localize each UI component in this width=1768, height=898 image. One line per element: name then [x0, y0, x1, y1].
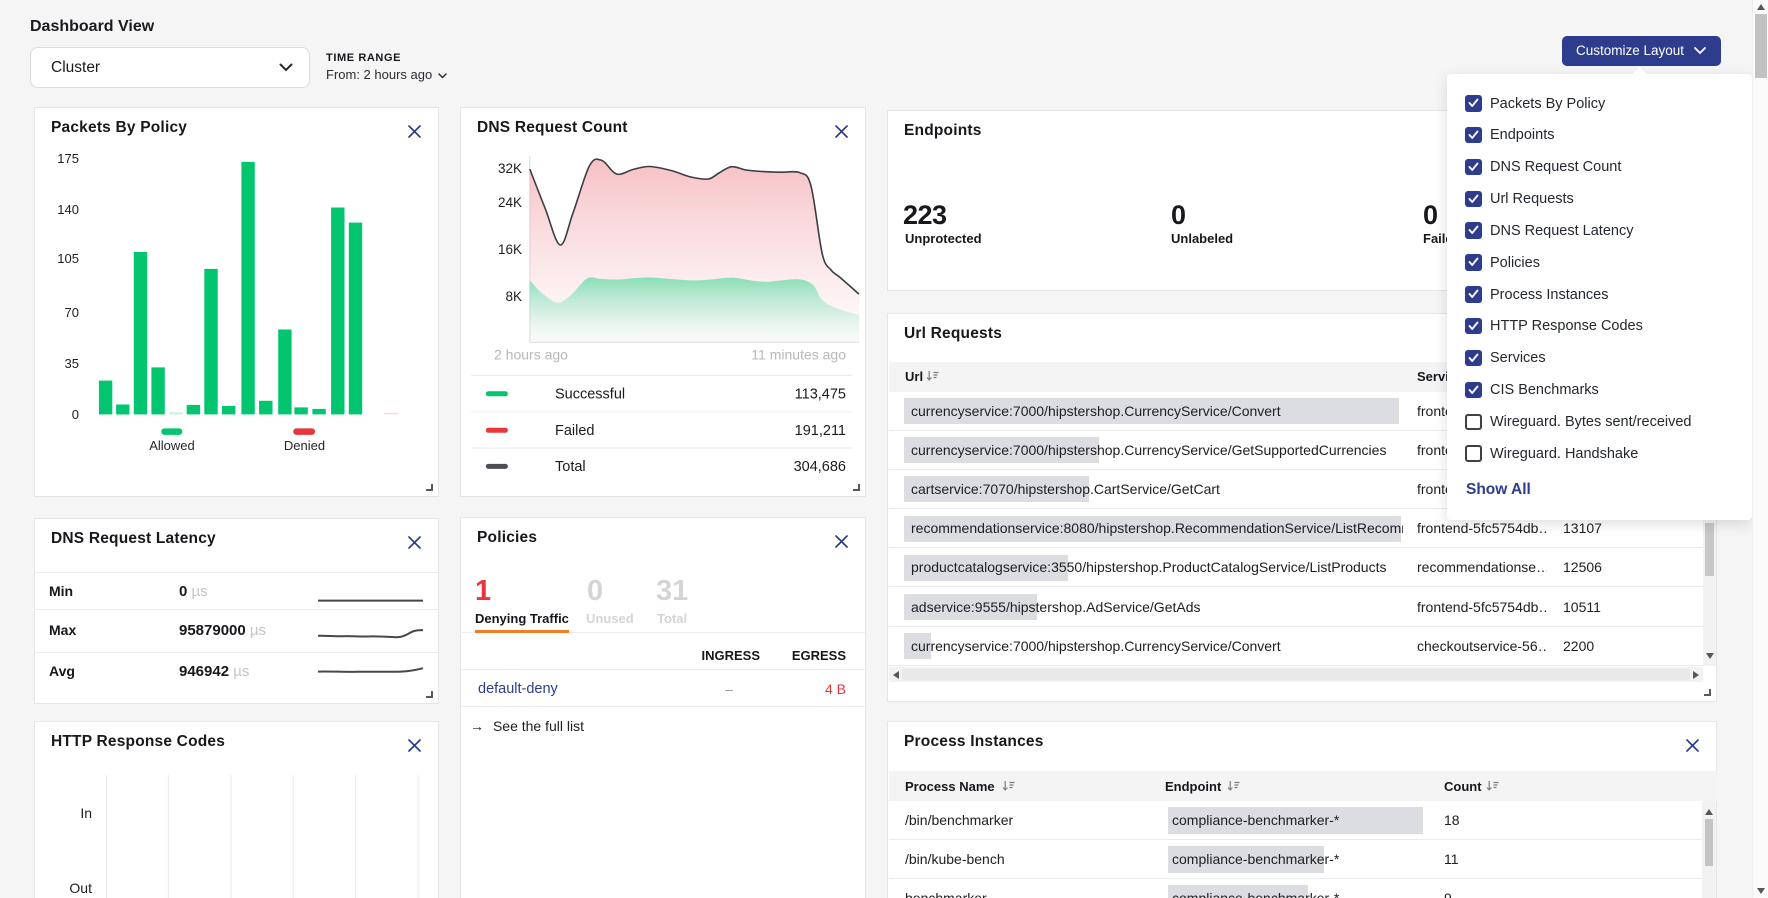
svg-text:0: 0	[72, 407, 79, 422]
svg-text:8K: 8K	[505, 289, 522, 304]
svg-text:Denied: Denied	[284, 438, 325, 453]
svg-text:Total: Total	[555, 459, 586, 475]
svg-text:2 hours ago: 2 hours ago	[494, 347, 568, 363]
svg-text:Allowed: Allowed	[149, 438, 195, 453]
svg-text:35: 35	[65, 356, 79, 371]
svg-text:24K: 24K	[498, 195, 522, 210]
svg-text:32K: 32K	[498, 161, 522, 176]
svg-text:113,475: 113,475	[795, 387, 846, 403]
svg-text:In: In	[80, 805, 92, 821]
svg-text:70: 70	[65, 305, 79, 320]
svg-text:Successful: Successful	[555, 387, 625, 403]
svg-text:175: 175	[57, 151, 79, 166]
svg-text:140: 140	[57, 202, 79, 217]
svg-text:191,211: 191,211	[795, 423, 846, 439]
svg-text:11 minutes ago: 11 minutes ago	[751, 347, 846, 363]
svg-text:Out: Out	[69, 880, 92, 896]
svg-text:Failed: Failed	[555, 423, 595, 439]
svg-text:304,686: 304,686	[794, 459, 846, 475]
svg-text:16K: 16K	[498, 242, 522, 257]
svg-text:105: 105	[57, 251, 79, 266]
